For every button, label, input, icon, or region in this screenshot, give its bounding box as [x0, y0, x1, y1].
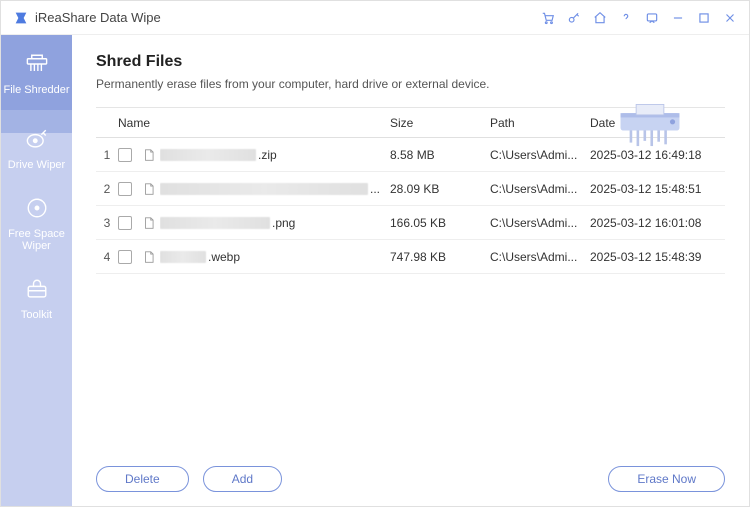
file-icon — [142, 249, 156, 265]
file-icon — [142, 147, 156, 163]
home-icon[interactable] — [593, 11, 607, 25]
help-icon[interactable] — [619, 11, 633, 25]
app-logo-icon — [13, 10, 29, 26]
file-size: 28.09 KB — [390, 182, 490, 196]
shredder-icon — [23, 50, 51, 78]
file-path: C:\Users\Admi... — [490, 182, 590, 196]
toolkit-icon — [23, 275, 51, 303]
file-name-cell: .zip — [160, 148, 390, 162]
row-checkbox[interactable] — [118, 182, 142, 196]
row-checkbox[interactable] — [118, 250, 142, 264]
file-date: 2025-03-12 16:01:08 — [590, 216, 725, 230]
row-checkbox[interactable] — [118, 216, 142, 230]
row-index: 3 — [96, 216, 118, 230]
page-title: Shred Files — [96, 53, 725, 71]
file-size: 8.58 MB — [390, 148, 490, 162]
close-icon[interactable] — [723, 11, 737, 25]
drive-wiper-icon — [23, 125, 51, 153]
row-checkbox[interactable] — [118, 148, 142, 162]
sidebar-item-label: Toolkit — [21, 309, 52, 321]
titlebar: iReaShare Data Wipe — [1, 1, 749, 35]
row-index: 2 — [96, 182, 118, 196]
table-row: 3 .png 166.05 KBC:\Users\Admi...2025-03-12… — [96, 206, 725, 240]
delete-button[interactable]: Delete — [96, 466, 189, 492]
sidebar-item-label: Free Space Wiper — [1, 228, 72, 252]
file-name-cell: .png — [160, 216, 390, 230]
file-extension: .png — [272, 216, 295, 230]
cart-icon[interactable] — [541, 11, 555, 25]
free-space-icon — [23, 194, 51, 222]
row-index: 1 — [96, 148, 118, 162]
add-button[interactable]: Add — [203, 466, 282, 492]
file-size: 166.05 KB — [390, 216, 490, 230]
titlebar-actions — [541, 11, 737, 25]
col-header-name: Name — [118, 116, 390, 130]
sidebar: File Shredder Drive Wiper Free Space Wip… — [1, 35, 72, 506]
file-extension: ... — [370, 182, 380, 196]
main-content: Shred Files Permanently erase files from… — [72, 35, 749, 506]
sidebar-item-label: File Shredder — [3, 84, 69, 96]
file-name-cell: .webp — [160, 250, 390, 264]
file-icon — [142, 215, 156, 231]
file-icon — [142, 181, 156, 197]
filename-redacted — [160, 149, 256, 161]
footer-actions: Delete Add Erase Now — [96, 452, 725, 492]
shredder-illustration — [615, 101, 685, 156]
key-icon[interactable] — [567, 11, 581, 25]
file-path: C:\Users\Admi... — [490, 216, 590, 230]
table-row: 2... 28.09 KBC:\Users\Admi...2025-03-12 1… — [96, 172, 725, 206]
sidebar-item-free-space-wiper[interactable]: Free Space Wiper — [1, 185, 72, 260]
sidebar-item-label: Drive Wiper — [8, 159, 65, 171]
page-subtitle: Permanently erase files from your comput… — [96, 77, 725, 91]
file-extension: .zip — [258, 148, 277, 162]
minimize-icon[interactable] — [671, 11, 685, 25]
row-index: 4 — [96, 250, 118, 264]
erase-now-button[interactable]: Erase Now — [608, 466, 725, 492]
maximize-icon[interactable] — [697, 11, 711, 25]
col-header-size: Size — [390, 116, 490, 130]
sidebar-item-file-shredder[interactable]: File Shredder — [1, 35, 72, 110]
sidebar-item-toolkit[interactable]: Toolkit — [1, 260, 72, 335]
feedback-icon[interactable] — [645, 11, 659, 25]
file-extension: .webp — [208, 250, 240, 264]
file-path: C:\Users\Admi... — [490, 250, 590, 264]
filename-redacted — [160, 183, 368, 195]
filename-redacted — [160, 251, 206, 263]
file-size: 747.98 KB — [390, 250, 490, 264]
table-row: 4 .webp 747.98 KBC:\Users\Admi...2025-03-1… — [96, 240, 725, 274]
col-header-path: Path — [490, 116, 590, 130]
file-name-cell: ... — [160, 182, 390, 196]
app-title: iReaShare Data Wipe — [35, 10, 161, 25]
sidebar-item-drive-wiper[interactable]: Drive Wiper — [1, 110, 72, 185]
file-date: 2025-03-12 15:48:51 — [590, 182, 725, 196]
filename-redacted — [160, 217, 270, 229]
file-path: C:\Users\Admi... — [490, 148, 590, 162]
file-date: 2025-03-12 15:48:39 — [590, 250, 725, 264]
